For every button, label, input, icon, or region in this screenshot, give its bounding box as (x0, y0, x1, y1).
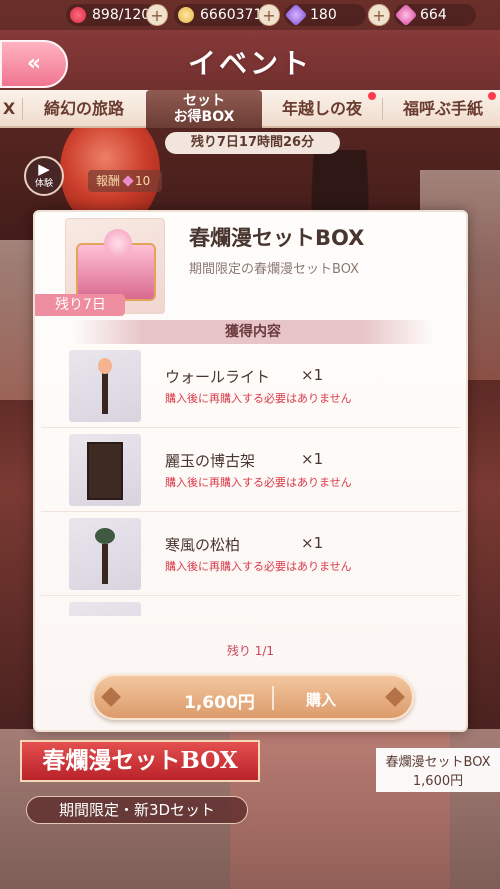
heart-icon (70, 7, 86, 23)
tab-divider (382, 98, 383, 120)
page-title: イベント (187, 47, 312, 80)
add-stamina-button[interactable]: + (146, 4, 168, 26)
resource-bar: 898/120 + 6660371 + 180 + 664 + (0, 2, 500, 28)
coin-value: 6660371 (200, 7, 263, 23)
stock-count: 残り 1/1 (226, 644, 275, 658)
item-note: 購入後に再購入する必要はありません (165, 392, 352, 405)
header: « イベント (0, 30, 500, 90)
item-quantity: ×1 (301, 450, 324, 468)
stamina-counter: 898/120 + (66, 4, 168, 26)
set-box-modal: 残り7日 春爛漫セットBOX 期間限定の春爛漫セットBOX 獲得内容 ウォールラ… (33, 210, 468, 732)
trial-button[interactable]: ▶ 体験 (24, 156, 64, 196)
trial-label: 体験 (34, 179, 53, 189)
tab-toshikoshi[interactable]: 年越しの夜 (266, 90, 378, 128)
item-name: ウォールライト (165, 368, 271, 386)
button-divider (272, 686, 274, 710)
play-icon: ▶ (38, 160, 50, 178)
item-note: 購入後に再購入する必要はありません (165, 560, 352, 573)
reward-value: 10 (135, 174, 151, 188)
diamond-value: 180 (310, 7, 337, 23)
remaining-days-tag: 残り7日 (35, 294, 125, 316)
reward-label: 報酬 (96, 174, 121, 188)
add-pink-diamond-button[interactable]: + (368, 4, 390, 26)
price-label: 1,600円 (184, 693, 255, 713)
diamond-counter: 180 + (284, 3, 390, 27)
side-offer-price: 1,600円 (412, 774, 464, 789)
box-title: 春爛漫セットBOX (189, 226, 365, 250)
notification-dot (368, 92, 376, 100)
item-thumbnail (69, 602, 141, 616)
pink-diamond-value: 664 (420, 7, 447, 23)
add-coin-button[interactable]: + (258, 4, 280, 26)
pine-stand-thumbnail (69, 518, 141, 590)
banner-title: 春爛漫セットBOX (20, 740, 260, 782)
item-quantity: ×1 (301, 366, 324, 384)
side-offer-title: 春爛漫セットBOX (385, 755, 491, 770)
item-note: 購入後に再購入する必要はありません (165, 476, 352, 489)
stamina-value: 898/120 (92, 7, 151, 23)
pink-diamond-icon (394, 3, 418, 27)
list-item[interactable]: 寒風の松柏 ×1 購入後に再購入する必要はありません (41, 514, 460, 596)
banner-subtitle: 期間限定・新3Dセット (26, 796, 248, 824)
tab-kigen-no-tabiji[interactable]: 綺幻の旅路 (26, 90, 142, 128)
side-offer-card[interactable]: 春爛漫セットBOX 1,600円 (376, 748, 500, 792)
item-name: 麗玉の博古架 (165, 452, 256, 470)
cat-coin-icon (178, 7, 194, 23)
gift-box-icon (76, 229, 156, 301)
event-tabs: X 綺幻の旅路 セット お得BOX 年越しの夜 福呼ぶ手紙 (0, 90, 500, 128)
contents-list[interactable]: ウォールライト ×1 購入後に再購入する必要はありません 麗玉の博古架 ×1 購… (41, 346, 460, 616)
ornament-icon (385, 687, 405, 707)
ornament-icon (101, 687, 121, 707)
tab-previous[interactable]: X (0, 90, 18, 128)
item-name: 寒風の松柏 (165, 536, 241, 554)
pink-diamond-counter: 664 (394, 3, 476, 27)
box-subtitle: 期間限定の春爛漫セットBOX (189, 262, 359, 277)
pink-diamond-icon (122, 175, 134, 187)
tab-set-box[interactable]: セット お得BOX (146, 90, 262, 128)
diamond-icon (284, 3, 308, 27)
item-quantity: ×1 (301, 534, 324, 552)
buy-label: 購入 (306, 691, 337, 709)
tab-set-box-line2: お得BOX (173, 109, 235, 125)
wall-light-thumbnail (69, 350, 141, 422)
purchase-button[interactable]: 1,600円 購入 (92, 674, 414, 720)
coin-counter: 6660371 + (174, 4, 280, 26)
contents-section-header: 獲得内容 (73, 320, 433, 344)
tab-fukuyobu-tegami[interactable]: 福呼ぶ手紙 (386, 90, 500, 128)
notification-dot (488, 92, 496, 100)
list-item[interactable] (41, 598, 460, 616)
tab-set-box-line1: セット (183, 93, 225, 109)
list-item[interactable]: ウォールライト ×1 購入後に再購入する必要はありません (41, 346, 460, 428)
remaining-time: 残り7日17時間26分 (165, 132, 340, 154)
shelf-thumbnail (69, 434, 141, 506)
list-item[interactable]: 麗玉の博古架 ×1 購入後に再購入する必要はありません (41, 430, 460, 512)
tab-divider (22, 98, 23, 120)
reward-badge: 報酬 10 (88, 170, 162, 192)
